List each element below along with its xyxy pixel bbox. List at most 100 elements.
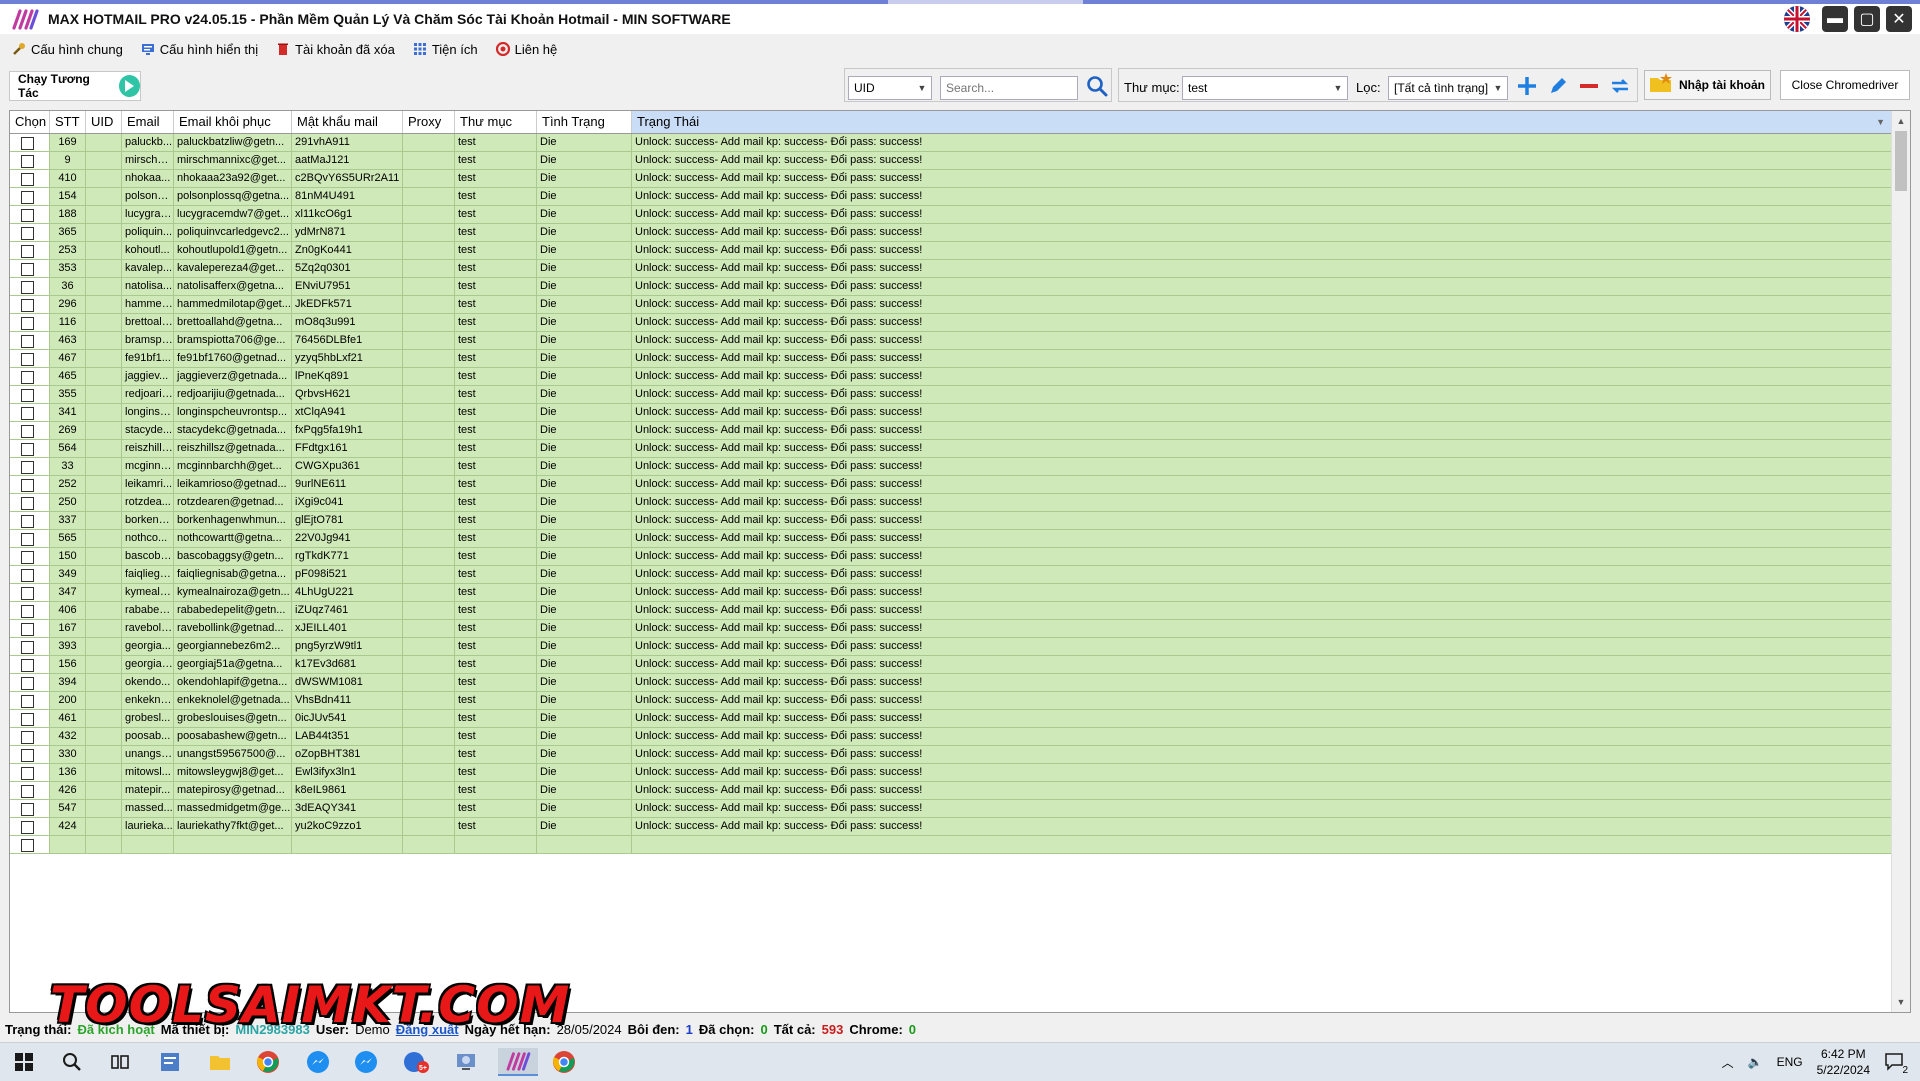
row-checkbox[interactable]: [10, 494, 50, 511]
notification-icon[interactable]: 2: [1884, 1051, 1908, 1076]
checkbox[interactable]: [21, 767, 34, 780]
checkbox[interactable]: [21, 641, 34, 654]
col-header-condition[interactable]: Tình Trạng: [537, 111, 632, 133]
remove-icon[interactable]: [1576, 73, 1602, 99]
table-row[interactable]: 337 borkenh... borkenhagenwhmun... glEjtO78…: [10, 512, 1892, 530]
row-checkbox[interactable]: [10, 260, 50, 277]
tray-chevron-up-icon[interactable]: ︿: [1722, 1054, 1734, 1071]
search-field-select[interactable]: UID ▼: [848, 76, 932, 100]
row-checkbox[interactable]: [10, 818, 50, 835]
checkbox[interactable]: [21, 263, 34, 276]
table-row[interactable]: 136 mitowsl... mitowsleygwj8@get... Ewl3ify…: [10, 764, 1892, 782]
table-row[interactable]: 426 matepir... matepirosy@getnad... k8eIL98…: [10, 782, 1892, 800]
row-checkbox[interactable]: [10, 332, 50, 349]
checkbox[interactable]: [21, 479, 34, 492]
import-accounts-button[interactable]: Nhập tài khoản: [1644, 70, 1771, 100]
col-header-proxy[interactable]: Proxy: [403, 111, 455, 133]
checkbox[interactable]: [21, 227, 34, 240]
refresh-icon[interactable]: [1607, 73, 1633, 99]
row-checkbox[interactable]: [10, 224, 50, 241]
row-checkbox[interactable]: [10, 296, 50, 313]
col-header-select[interactable]: Chọn: [10, 111, 50, 133]
row-checkbox[interactable]: [10, 476, 50, 493]
table-row[interactable]: 365 poliquin... poliquinvcarledgevc2... ydM…: [10, 224, 1892, 242]
table-row[interactable]: 410 nhokaa... nhokaaa23a92@get... c2BQvY6S5…: [10, 170, 1892, 188]
checkbox[interactable]: [21, 785, 34, 798]
table-row[interactable]: 547 massed... massedmidgetm@ge... 3dEAQY341…: [10, 800, 1892, 818]
checkbox[interactable]: [21, 245, 34, 258]
row-checkbox[interactable]: [10, 692, 50, 709]
menu-utilities[interactable]: Tiện ích: [413, 42, 478, 57]
checkbox[interactable]: [21, 659, 34, 672]
add-icon[interactable]: [1514, 73, 1540, 99]
col-header-uid[interactable]: UID: [86, 111, 122, 133]
table-row[interactable]: 347 kymealn... kymealnairoza@getn... 4LhUgU…: [10, 584, 1892, 602]
table-row[interactable]: 156 georgiaj... georgiaj51a@getna... k17Ev3…: [10, 656, 1892, 674]
minimize-button[interactable]: ▬: [1822, 6, 1848, 32]
menu-deleted-accounts[interactable]: Tài khoản đã xóa: [276, 42, 395, 57]
table-row[interactable]: 150 bascoba... bascobaggsy@getn... rgTkdK77…: [10, 548, 1892, 566]
search-icon[interactable]: [1084, 73, 1110, 99]
grid-vertical-scrollbar[interactable]: ▲ ▼: [1891, 111, 1910, 1012]
scroll-up-arrow-icon[interactable]: ▲: [1892, 113, 1910, 129]
row-checkbox[interactable]: [10, 386, 50, 403]
row-checkbox[interactable]: [10, 152, 50, 169]
row-checkbox[interactable]: [10, 242, 50, 259]
checkbox[interactable]: [21, 803, 34, 816]
row-checkbox[interactable]: [10, 674, 50, 691]
maximize-button[interactable]: ▢: [1854, 6, 1880, 32]
task-view-icon[interactable]: [106, 1048, 134, 1076]
row-checkbox[interactable]: [10, 764, 50, 781]
table-row[interactable]: 169 paluckb... paluckbatzliw@getn... 291vhA…: [10, 134, 1892, 152]
checkbox[interactable]: [21, 443, 34, 456]
accounts-grid[interactable]: Chọn STT UID Email Email khôi phục Mật k…: [9, 110, 1911, 1013]
scroll-down-arrow-icon[interactable]: ▼: [1892, 994, 1910, 1010]
table-row[interactable]: 406 rababed... rababedepelit@getn... iZUqz7…: [10, 602, 1892, 620]
row-checkbox[interactable]: [10, 458, 50, 475]
checkbox[interactable]: [21, 461, 34, 474]
checkbox[interactable]: [21, 389, 34, 402]
menu-general-config[interactable]: Cấu hình chung: [12, 42, 123, 57]
table-row[interactable]: 188 lucygrac... lucygracemdw7@get... xl11kc…: [10, 206, 1892, 224]
max-hotmail-taskbar-icon[interactable]: [498, 1048, 538, 1076]
row-checkbox[interactable]: [10, 134, 50, 151]
checkbox[interactable]: [21, 191, 34, 204]
table-row[interactable]: 461 grobesl... grobeslouises@getn... 0icJUv…: [10, 710, 1892, 728]
table-row[interactable]: 269 stacyde... stacydekc@getnada... fxPqg5f…: [10, 422, 1892, 440]
col-header-status[interactable]: Trạng Thái ▼: [632, 111, 1892, 133]
row-checkbox[interactable]: [10, 278, 50, 295]
checkbox[interactable]: [21, 713, 34, 726]
row-checkbox[interactable]: [10, 566, 50, 583]
row-checkbox[interactable]: [10, 656, 50, 673]
table-row[interactable]: 167 ravebolli... ravebollink@getnad... xJEI…: [10, 620, 1892, 638]
checkbox[interactable]: [21, 839, 34, 852]
checkbox[interactable]: [21, 497, 34, 510]
checkbox[interactable]: [21, 209, 34, 222]
table-row[interactable]: 353 kavalep... kavalepereza4@get... 5Zq2q03…: [10, 260, 1892, 278]
row-checkbox[interactable]: [10, 530, 50, 547]
col-header-stt[interactable]: STT: [50, 111, 86, 133]
chrome-icon-2[interactable]: [550, 1048, 578, 1076]
checkbox[interactable]: [21, 155, 34, 168]
checkbox[interactable]: [21, 623, 34, 636]
table-row[interactable]: 252 leikamri... leikamrioso@getnad... 9urlN…: [10, 476, 1892, 494]
chrome-icon[interactable]: [254, 1048, 282, 1076]
checkbox[interactable]: [21, 731, 34, 744]
table-row[interactable]: 465 jaggiev... jaggieverz@getnada... lPneKq…: [10, 368, 1892, 386]
col-header-recovery-email[interactable]: Email khôi phục: [174, 111, 292, 133]
table-row[interactable]: 296 hammed... hammedmilotap@get... JkEDFk57…: [10, 296, 1892, 314]
table-row[interactable]: 253 kohoutl... kohoutlupold1@getn... Zn0gKo…: [10, 242, 1892, 260]
volume-icon[interactable]: 🔈: [1748, 1055, 1763, 1069]
col-header-mail-password[interactable]: Mật khẩu mail: [292, 111, 403, 133]
row-checkbox[interactable]: [10, 314, 50, 331]
checkbox[interactable]: [21, 749, 34, 762]
row-checkbox[interactable]: [10, 620, 50, 637]
table-row[interactable]: 463 bramspi... bramspiotta706@ge... 76456DL…: [10, 332, 1892, 350]
row-checkbox[interactable]: [10, 548, 50, 565]
row-checkbox[interactable]: [10, 404, 50, 421]
menu-display-config[interactable]: Cấu hình hiển thị: [141, 42, 258, 57]
checkbox[interactable]: [21, 335, 34, 348]
table-row[interactable]: 330 unangst... unangst59567500@... oZopBHT3…: [10, 746, 1892, 764]
row-checkbox[interactable]: [10, 188, 50, 205]
search-input[interactable]: [940, 76, 1078, 100]
